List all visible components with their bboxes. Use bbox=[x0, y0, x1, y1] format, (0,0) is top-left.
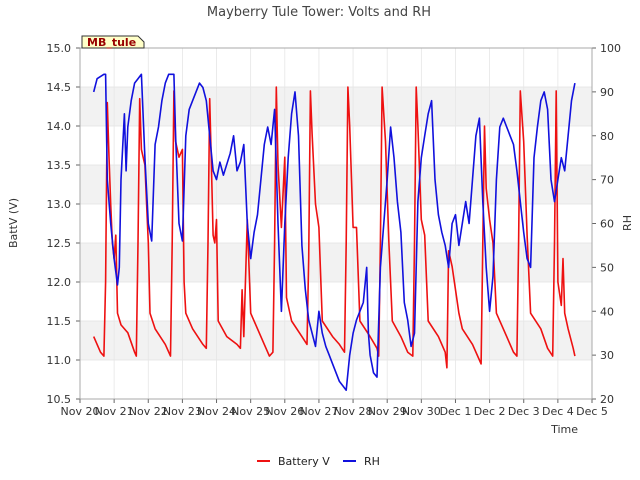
y-right-tick-label: 100 bbox=[600, 42, 621, 55]
x-tick-label: Dec 1 bbox=[440, 405, 472, 418]
grid-bands bbox=[80, 47, 592, 400]
x-tick-label: Nov 23 bbox=[163, 405, 202, 418]
x-tick-label: Nov 27 bbox=[299, 405, 338, 418]
station-tag-label: MB_tule bbox=[87, 36, 136, 49]
chart: Mayberry Tule Tower: Volts and RH 10.511… bbox=[7, 5, 634, 468]
y-left-tick-label: 14.0 bbox=[47, 120, 72, 133]
x-tick-label: Nov 26 bbox=[265, 405, 304, 418]
y-axis-right-ticks: 2030405060708090100 bbox=[592, 42, 621, 406]
x-tick-label: Nov 25 bbox=[231, 405, 270, 418]
x-axis-ticks: Nov 20Nov 21Nov 22Nov 23Nov 24Nov 25Nov … bbox=[61, 399, 608, 418]
y-left-tick-label: 12.0 bbox=[47, 276, 72, 289]
x-tick-label: Nov 22 bbox=[129, 405, 168, 418]
x-tick-label: Nov 24 bbox=[197, 405, 236, 418]
legend-label-rh: RH bbox=[364, 455, 380, 468]
y-left-tick-label: 12.5 bbox=[47, 237, 72, 250]
y-right-tick-label: 90 bbox=[600, 86, 614, 99]
y-left-tick-label: 11.0 bbox=[47, 354, 72, 367]
chart-title: Mayberry Tule Tower: Volts and RH bbox=[207, 5, 431, 20]
y-axis-right-label: RH bbox=[621, 215, 634, 231]
x-axis-label: Time bbox=[550, 423, 578, 436]
x-tick-label: Nov 20 bbox=[61, 405, 100, 418]
x-tick-label: Nov 28 bbox=[334, 405, 373, 418]
y-right-tick-label: 40 bbox=[600, 305, 614, 318]
x-tick-label: Nov 30 bbox=[402, 405, 441, 418]
grid-band bbox=[80, 87, 592, 126]
grid-band bbox=[80, 243, 592, 282]
y-left-tick-label: 15.0 bbox=[47, 42, 72, 55]
y-right-tick-label: 50 bbox=[600, 261, 614, 274]
y-right-tick-label: 80 bbox=[600, 130, 614, 143]
y-right-tick-label: 60 bbox=[600, 218, 614, 231]
y-axis-left-label: BattV (V) bbox=[7, 198, 20, 248]
x-tick-label: Nov 29 bbox=[368, 405, 407, 418]
y-left-tick-label: 13.0 bbox=[47, 198, 72, 211]
legend: Battery V RH bbox=[257, 455, 380, 468]
y-right-tick-label: 70 bbox=[600, 174, 614, 187]
y-axis-left-ticks: 10.511.011.512.012.513.013.514.014.515.0 bbox=[47, 42, 80, 406]
y-left-tick-label: 13.5 bbox=[47, 159, 72, 172]
x-tick-label: Dec 5 bbox=[576, 405, 608, 418]
y-left-tick-label: 14.5 bbox=[47, 81, 72, 94]
x-tick-label: Nov 21 bbox=[95, 405, 134, 418]
y-right-tick-label: 30 bbox=[600, 349, 614, 362]
grid-band bbox=[80, 165, 592, 204]
legend-label-battery: Battery V bbox=[278, 455, 330, 468]
x-tick-label: Dec 2 bbox=[474, 405, 506, 418]
x-tick-label: Dec 4 bbox=[542, 405, 574, 418]
y-left-tick-label: 11.5 bbox=[47, 315, 72, 328]
station-tag: MB_tule bbox=[81, 35, 145, 49]
x-tick-label: Dec 3 bbox=[508, 405, 540, 418]
